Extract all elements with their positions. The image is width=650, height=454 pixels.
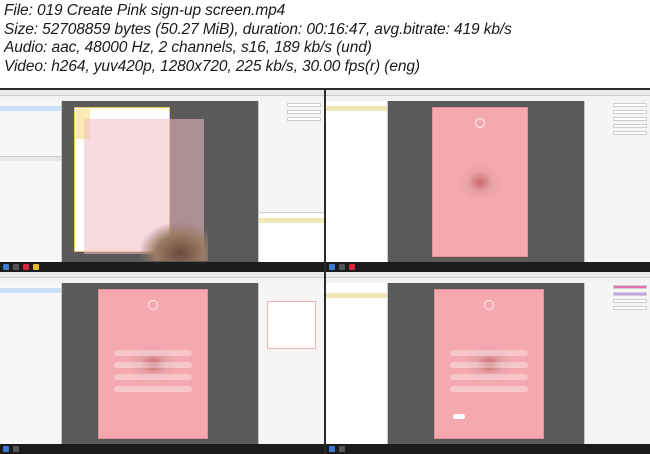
properties-panel — [258, 101, 324, 262]
toggle-switch[interactable] — [453, 414, 465, 419]
video-info-header: File: 019 Create Pink sign-up screen.mp4… — [0, 0, 650, 88]
app-icon[interactable] — [339, 264, 345, 270]
logo-icon — [148, 300, 158, 310]
design-canvas — [388, 101, 584, 262]
layer-tree — [259, 212, 324, 262]
taskbar — [0, 444, 324, 454]
form-field — [114, 350, 192, 356]
hierarchy-panel — [0, 283, 62, 444]
windows-logo-icon[interactable] — [329, 446, 335, 452]
hierarchy-panel — [326, 101, 388, 262]
form-field — [450, 386, 528, 392]
design-canvas — [62, 283, 258, 444]
thumbnail-3 — [0, 272, 324, 454]
constraints-inspector — [267, 301, 316, 349]
pink-signup-artboard — [98, 289, 208, 439]
size-line: Size: 52708859 bytes (50.27 MiB), durati… — [4, 20, 512, 38]
windows-logo-icon[interactable] — [3, 264, 9, 270]
logo-icon — [484, 300, 494, 310]
thumbnail-2 — [326, 90, 650, 272]
taskbar — [326, 262, 650, 272]
list-item — [326, 111, 387, 116]
app-icon[interactable] — [33, 264, 39, 270]
taskbar — [0, 262, 324, 272]
form-field — [450, 350, 528, 356]
video-line: Video: h264, yuv420p, 1280x720, 225 kb/s… — [4, 57, 420, 75]
app-icon[interactable] — [13, 264, 19, 270]
list-item — [0, 166, 61, 171]
taskbar — [326, 444, 650, 454]
pink-signup-artboard — [432, 107, 528, 257]
list-item — [0, 298, 61, 303]
design-canvas — [62, 101, 258, 262]
thumbnail-4 — [326, 272, 650, 454]
webcam-overlay — [138, 221, 208, 261]
form-field — [114, 362, 192, 368]
windows-logo-icon[interactable] — [329, 264, 335, 270]
properties-panel — [584, 283, 650, 444]
list-item — [259, 223, 324, 228]
app-icon[interactable] — [339, 446, 345, 452]
properties-panel — [584, 101, 650, 262]
layer-tree — [326, 283, 387, 444]
form-field — [114, 374, 192, 380]
app-icon[interactable] — [23, 264, 29, 270]
hierarchy-panel — [0, 101, 62, 262]
layer-tree — [326, 101, 387, 262]
windows-logo-icon[interactable] — [3, 446, 9, 452]
logo-icon — [475, 118, 485, 128]
list-item — [326, 293, 387, 298]
audio-line: Audio: aac, 48000 Hz, 2 channels, s16, 1… — [4, 39, 372, 57]
app-icon[interactable] — [13, 446, 19, 452]
pink-signup-artboard — [434, 289, 544, 439]
thumbnail-1 — [0, 90, 324, 272]
app-icon[interactable] — [349, 264, 355, 270]
form-field — [450, 362, 528, 368]
file-line: File: 019 Create Pink sign-up screen.mp4 — [4, 2, 286, 19]
list-item — [0, 111, 61, 116]
design-canvas — [388, 283, 584, 444]
properties-panel — [258, 283, 324, 444]
form-field — [114, 386, 192, 392]
hierarchy-panel — [326, 283, 388, 444]
form-field — [450, 374, 528, 380]
photo — [459, 164, 501, 197]
